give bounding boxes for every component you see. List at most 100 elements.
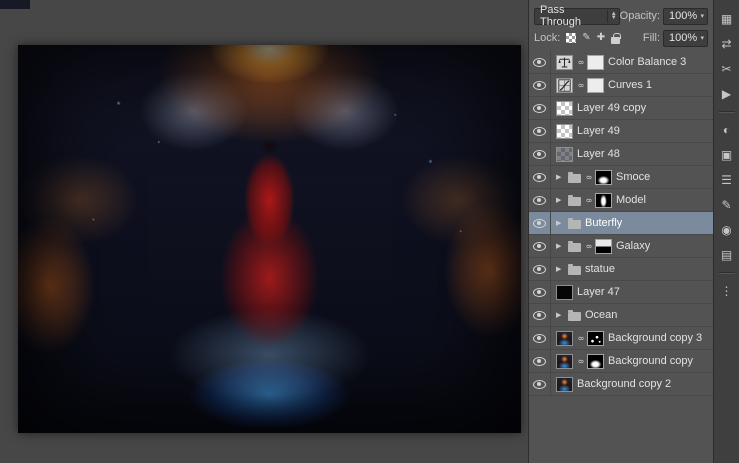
layer-row[interactable]: ▶ Buterfly (529, 212, 713, 235)
visibility-toggle[interactable] (529, 350, 551, 372)
curves-icon[interactable] (556, 77, 573, 93)
dock-divider (718, 111, 735, 112)
visibility-toggle[interactable] (529, 281, 551, 303)
layers-panel-controls: Pass Through ▲ ▼ Opacity: 100% ▾ Lock: ✎ … (529, 0, 713, 55)
visibility-toggle[interactable] (529, 235, 551, 257)
layer-row[interactable]: ▶ 8 Model (529, 189, 713, 212)
lock-transparency-icon[interactable] (566, 33, 577, 43)
layer-row[interactable]: 8 Color Balance 3 (529, 51, 713, 74)
visibility-toggle[interactable] (529, 212, 551, 234)
layer-row-content: ▶ 8 Model (551, 189, 713, 211)
eye-icon (533, 172, 546, 182)
color-balance-icon[interactable] (556, 54, 573, 70)
layer-row[interactable]: 8 Background copy 3 (529, 327, 713, 350)
layer-row-content: 8 Background copy (551, 350, 713, 372)
layer-row[interactable]: ▶ statue (529, 258, 713, 281)
layer-thumbnail[interactable] (556, 100, 573, 116)
visibility-toggle[interactable] (529, 373, 551, 395)
visibility-toggle[interactable] (529, 189, 551, 211)
layer-row[interactable]: 8 Background copy (529, 350, 713, 373)
folder-icon (568, 309, 581, 321)
layer-thumbnail[interactable] (556, 123, 573, 139)
eye-icon (533, 57, 546, 67)
visibility-toggle[interactable] (529, 120, 551, 142)
layer-row-content: ▶ Buterfly (551, 212, 713, 234)
dock-adjustments-icon[interactable]: ☰ (714, 167, 739, 192)
disclosure-triangle-icon[interactable]: ▶ (556, 311, 564, 319)
layer-row[interactable]: Layer 49 (529, 120, 713, 143)
opacity-label: Opacity: (619, 10, 660, 22)
disclosure-triangle-icon[interactable]: ▶ (556, 242, 564, 250)
eye-icon (533, 241, 546, 251)
layer-mask-thumbnail[interactable] (595, 238, 612, 254)
visibility-toggle[interactable] (529, 258, 551, 280)
layer-name: statue (585, 263, 615, 275)
blend-mode-select[interactable]: Pass Through ▲ ▼ (534, 4, 620, 28)
layer-mask-thumbnail[interactable] (595, 192, 612, 208)
layer-mask-thumbnail[interactable] (587, 353, 604, 369)
dock-contrast-icon[interactable]: ◐ (714, 117, 739, 142)
layer-name: Galaxy (616, 240, 651, 252)
lock-paint-icon[interactable]: ✎ (582, 33, 590, 43)
layer-row[interactable]: ▶ 8 Smoce (529, 166, 713, 189)
disclosure-triangle-icon[interactable]: ▶ (556, 265, 564, 273)
lock-position-icon[interactable]: ✚ (597, 33, 605, 43)
layer-name: Background copy (608, 355, 693, 367)
dock-scissors-icon[interactable]: ✂ (714, 56, 739, 81)
dock-layers-icon[interactable]: ▤ (714, 242, 739, 267)
layer-mask-thumbnail[interactable] (587, 77, 604, 93)
eye-icon (533, 310, 546, 320)
visibility-toggle[interactable] (529, 327, 551, 349)
visibility-toggle[interactable] (529, 97, 551, 119)
lock-all-icon[interactable] (611, 32, 621, 44)
layer-thumbnail[interactable] (556, 353, 573, 369)
layer-row[interactable]: Layer 48 (529, 143, 713, 166)
visibility-toggle[interactable] (529, 51, 551, 73)
layers-list: 8 Color Balance 3 8 Curves 1 Layer 49 copy… (529, 51, 713, 463)
dock-transform-arrows-icon[interactable]: ⇄ (714, 31, 739, 56)
opacity-input[interactable]: 100% ▾ (663, 7, 708, 25)
mask-link-icon: 8 (576, 60, 584, 64)
layer-thumbnail[interactable] (556, 146, 573, 162)
visibility-toggle[interactable] (529, 143, 551, 165)
chevron-down-icon: ▾ (700, 13, 704, 20)
layer-row[interactable]: Layer 49 copy (529, 97, 713, 120)
canvas-image[interactable] (18, 45, 521, 433)
layer-mask-thumbnail[interactable] (595, 169, 612, 185)
dock-swatches-icon[interactable]: ▣ (714, 142, 739, 167)
disclosure-triangle-icon[interactable]: ▶ (556, 173, 564, 181)
dock-play-icon[interactable]: ▶ (714, 81, 739, 106)
layer-row[interactable]: Layer 47 (529, 281, 713, 304)
dock-grid-icon[interactable]: ▦ (714, 6, 739, 31)
layer-thumbnail[interactable] (556, 376, 573, 392)
folder-icon (568, 240, 581, 252)
layer-row[interactable]: Background copy 2 (529, 373, 713, 396)
visibility-toggle[interactable] (529, 304, 551, 326)
visibility-toggle[interactable] (529, 166, 551, 188)
dock-pen-icon[interactable]: ✎ (714, 192, 739, 217)
layer-row-content: Layer 47 (551, 281, 713, 303)
layer-thumbnail[interactable] (556, 284, 573, 300)
layer-row-content: ▶ Ocean (551, 304, 713, 326)
fill-input[interactable]: 100% ▾ (663, 29, 708, 47)
mask-link-icon: 8 (584, 175, 592, 179)
layer-mask-thumbnail[interactable] (587, 330, 604, 346)
layer-row[interactable]: ▶ Ocean (529, 304, 713, 327)
layer-thumbnail[interactable] (556, 330, 573, 346)
layer-row-content: 8 Color Balance 3 (551, 51, 713, 73)
layer-row[interactable]: ▶ 8 Galaxy (529, 235, 713, 258)
eye-icon (533, 149, 546, 159)
visibility-toggle[interactable] (529, 74, 551, 96)
mask-link-icon: 8 (584, 198, 592, 202)
dock-more-icon[interactable]: ⋮ (714, 278, 739, 303)
layer-row-content: Background copy 2 (551, 373, 713, 395)
dock-target-icon[interactable]: ◉ (714, 217, 739, 242)
layer-mask-thumbnail[interactable] (587, 54, 604, 70)
layer-row-content: ▶ statue (551, 258, 713, 280)
disclosure-triangle-icon[interactable]: ▶ (556, 219, 564, 227)
layer-name: Smoce (616, 171, 651, 183)
disclosure-triangle-icon[interactable]: ▶ (556, 196, 564, 204)
fill-value: 100% (669, 32, 698, 44)
layer-row[interactable]: 8 Curves 1 (529, 74, 713, 97)
folder-icon (568, 217, 581, 229)
